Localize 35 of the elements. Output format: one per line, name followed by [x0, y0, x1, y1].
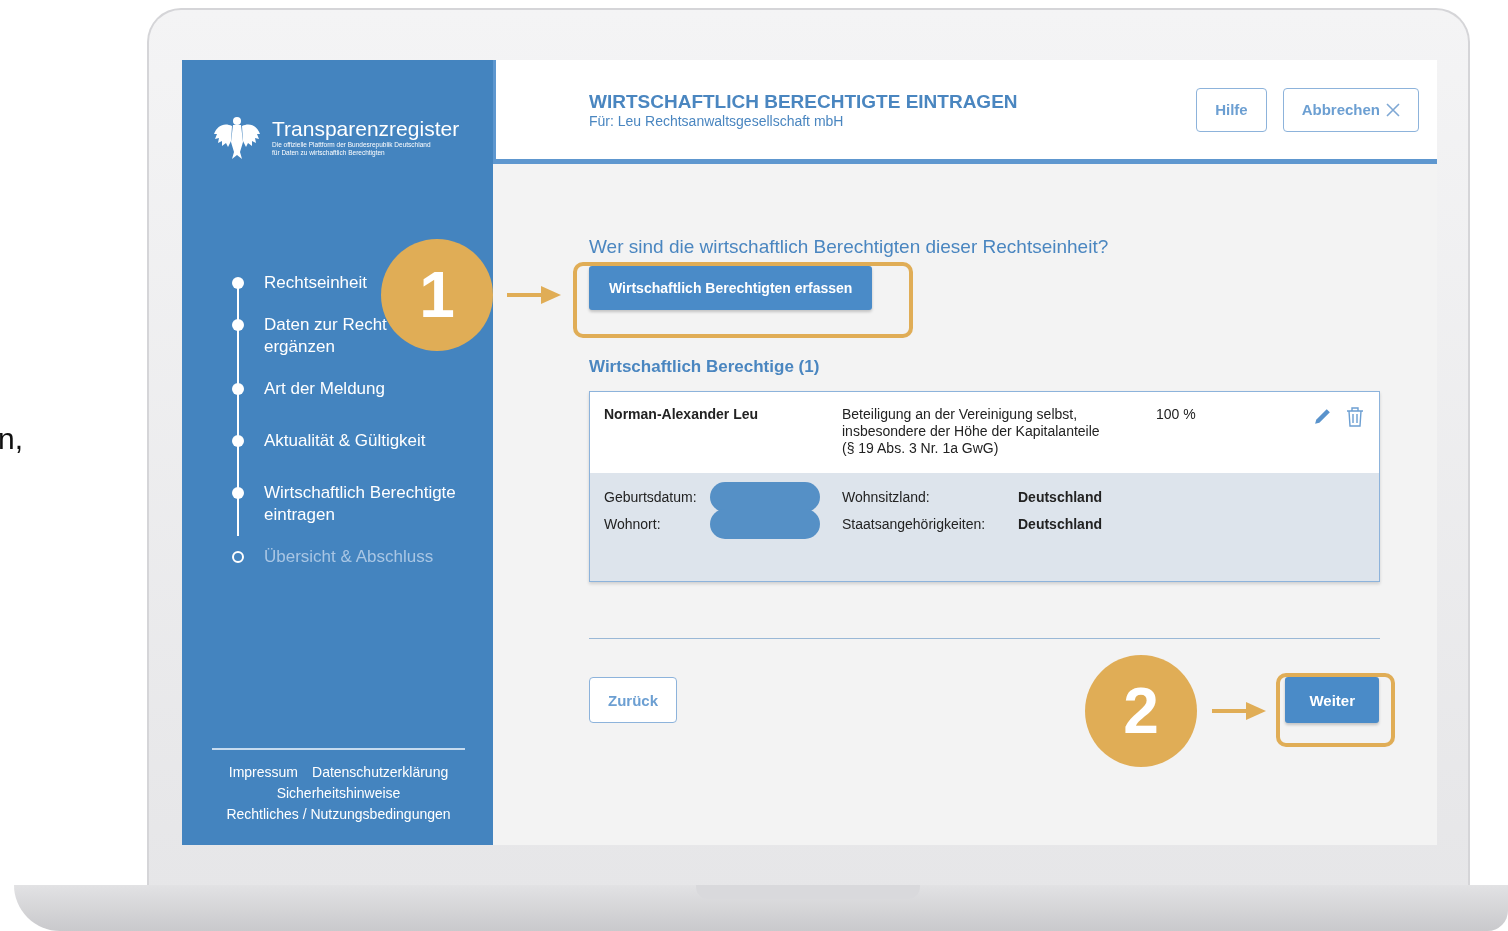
brand-title: Transparenzregister — [272, 117, 460, 141]
step-label[interactable]: Übersicht & Abschluss — [264, 546, 434, 568]
detail-label: Staatsangehörigkeiten: — [842, 515, 987, 532]
add-beneficial-owners-button[interactable]: Wirtschaftlich Berechtigten erfassen — [589, 266, 873, 310]
back-button[interactable]: Zurück — [589, 677, 677, 723]
next-button[interactable]: Weiter — [1285, 677, 1379, 723]
detail-value: Deutschland — [1018, 488, 1102, 505]
arrow-icon — [507, 284, 561, 306]
close-icon — [1386, 102, 1400, 117]
edit-icon[interactable] — [1312, 406, 1333, 427]
step-label[interactable]: Daten zur Recht ergänzen — [264, 314, 387, 358]
delete-icon[interactable] — [1345, 406, 1365, 428]
cut-off-text: n, — [0, 422, 24, 455]
ownership-share: 100 % — [1156, 406, 1197, 424]
step-label[interactable]: Art der Meldung — [264, 378, 385, 400]
help-button[interactable]: Hilfe — [1196, 87, 1267, 132]
detail-label: Wohnsitzland: — [842, 488, 931, 505]
page-title: WIRTSCHAFTLICH BERECHTIGTE EINTRAGEN — [589, 90, 1018, 113]
detail-label: Wohnort: — [604, 515, 662, 532]
footer-link[interactable]: Datenschutzerklärung — [312, 762, 449, 783]
step-label[interactable]: Aktualität & Gültigkeit — [264, 430, 426, 452]
cancel-button[interactable]: Abbrechen — [1282, 87, 1419, 132]
question-text: Wer sind die wirtschaftlich Berechtigten dieser Rechtseinheit? — [589, 236, 1110, 258]
detail-value: Deutschland — [1018, 515, 1102, 532]
ownership-basis: Beteiligung an der Vereinigung selbst, insbesondere der Höhe der Kapitalanteile (§ 19 Abs. 3 Nr. 1a GwG) — [842, 406, 1101, 458]
page-subtitle: Für: Leu Rechtsanwaltsgesellschaft mbH — [589, 112, 845, 129]
footer-link[interactable]: Impressum — [228, 762, 298, 783]
arrow-icon — [1212, 700, 1266, 722]
detail-label: Geburtsdatum: — [604, 488, 698, 505]
step-label[interactable]: Rechtseinheit — [264, 272, 367, 294]
footer-link[interactable]: Rechtliches / Nutzungsbedingungen — [226, 804, 451, 825]
owner-name: Norman-Alexander Leu — [604, 406, 760, 424]
step-label[interactable]: Wirtschaftlich Berechtigte eintragen — [264, 482, 456, 526]
footer-link[interactable]: Sicherheitshinweise — [276, 783, 401, 804]
section-heading: Wirtschaftlich Berechtige (1) — [589, 357, 821, 377]
